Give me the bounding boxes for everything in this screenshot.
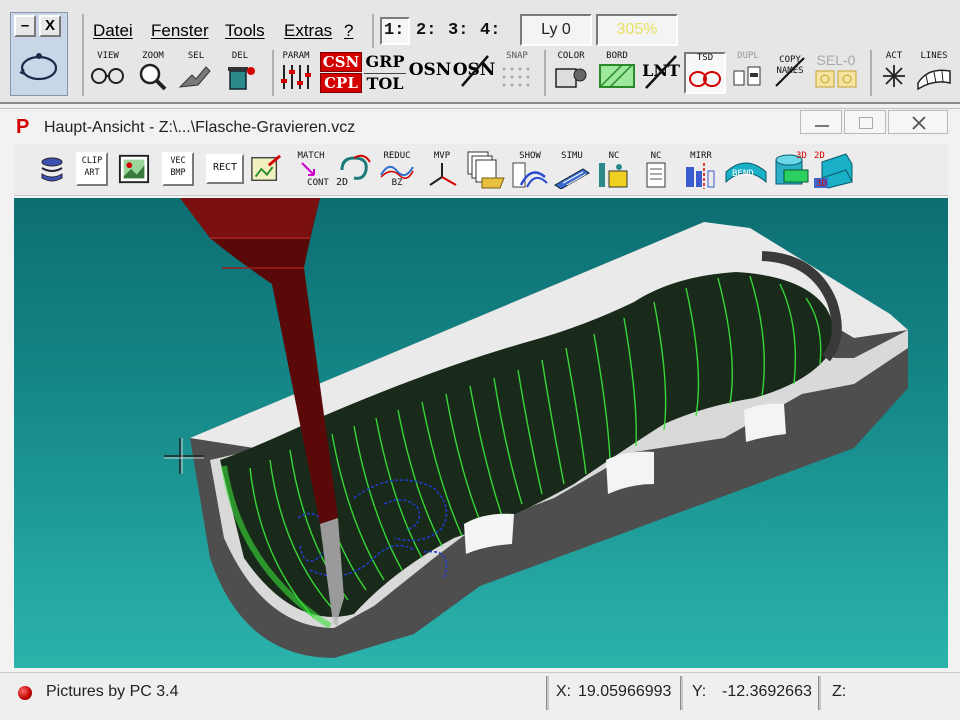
nc-export-button[interactable]: NC	[594, 150, 634, 190]
grp-button[interactable]: GRP	[364, 52, 406, 72]
vector-bitmap-button[interactable]: VEC BMP	[162, 152, 194, 186]
convert-2d-3d-button[interactable]: 2D 3D	[812, 150, 856, 190]
clipart-button[interactable]: CLIP ART	[76, 152, 108, 186]
match-contour-button[interactable]: MATCH CONT	[290, 150, 332, 190]
show-label: SHOW	[519, 150, 541, 161]
rect-label: RECT	[212, 162, 238, 173]
y-coordinate-value: -12.3692663	[722, 683, 812, 700]
bz-label: BZ	[391, 178, 403, 188]
copy-names-button[interactable]: COPY NAMES	[770, 56, 810, 94]
linetype-button[interactable]: LNT	[640, 55, 682, 90]
act-button[interactable]: ACT	[876, 52, 912, 94]
bend-label: BEND	[732, 169, 754, 179]
convert-3d-label: 3D	[816, 179, 827, 189]
bmp-label: BMP	[170, 168, 186, 178]
open-files-button[interactable]	[464, 150, 508, 190]
y-coordinate-label: Y:	[692, 683, 707, 700]
nc-text-label: NC	[650, 150, 662, 161]
layer-field[interactable]: Ly 0	[520, 14, 592, 46]
clipart-label-bottom: ART	[84, 168, 100, 178]
status-separator-2	[680, 676, 683, 710]
select-zero-button[interactable]: SEL-0	[812, 52, 860, 94]
vec-label: VEC	[170, 156, 186, 166]
mirr-label: MIRR	[690, 150, 712, 161]
select-zero-label: SEL-0	[816, 52, 856, 68]
menu-extras[interactable]: Extras	[284, 21, 332, 41]
lines-button[interactable]: LINES	[914, 52, 954, 94]
status-indicator-icon	[18, 686, 32, 700]
status-separator-1	[546, 676, 549, 710]
window-close-button[interactable]	[888, 110, 948, 134]
nc-export-label: NC	[608, 150, 620, 161]
color-button[interactable]: COLOR	[550, 52, 592, 94]
window-app-icon: P	[16, 116, 30, 138]
border-button[interactable]: BORD	[596, 52, 638, 94]
duplicate-button[interactable]: DUPL	[728, 52, 768, 94]
viewport-3d[interactable]	[14, 198, 948, 668]
mirror-button[interactable]: MIRR	[680, 150, 722, 190]
view-button[interactable]: VIEW	[88, 52, 128, 94]
minimize-button[interactable]: –	[14, 15, 36, 37]
match-label: MATCH	[297, 151, 325, 161]
convert-2d-label: 2D	[814, 151, 825, 161]
view-3-button[interactable]: 3:	[448, 21, 468, 40]
menu-fenster[interactable]: Fenster	[151, 21, 209, 41]
app-rotate-icon[interactable]	[16, 44, 62, 90]
mvp-label: MVP	[433, 150, 451, 161]
osn-button[interactable]: OSN	[408, 60, 452, 84]
status-separator-3	[818, 676, 821, 710]
cont-label: CONT	[307, 178, 329, 188]
z-coordinate-label: Z:	[832, 683, 847, 700]
rect-button[interactable]: RECT	[206, 152, 244, 186]
picture-button[interactable]	[118, 152, 150, 186]
cylinder-3d-button[interactable]: 3D	[770, 150, 812, 190]
simu-label: SIMU	[561, 150, 583, 161]
window-maximize-button[interactable]	[844, 110, 886, 134]
view-4-button[interactable]: 4:	[480, 21, 500, 40]
bottle-model-render	[164, 198, 908, 658]
osn-off-button[interactable]: OSN	[452, 55, 496, 87]
clipart-label-top: CLIP	[81, 156, 103, 166]
contour-2d-button[interactable]: 2D	[334, 150, 374, 190]
delete-button[interactable]: DEL	[220, 52, 260, 94]
window-title: Haupt-Ansicht - Z:\...\Flasche-Gravieren…	[44, 119, 356, 136]
bend-button[interactable]: BEND	[724, 152, 768, 188]
reduce-bezier-button[interactable]: REDUC BZ	[376, 150, 418, 190]
param-button[interactable]: PARAM	[276, 52, 316, 94]
layers-icon[interactable]	[36, 152, 68, 186]
contour-2d-label: 2D	[336, 177, 349, 188]
tol-button[interactable]: TOL	[364, 73, 406, 93]
select-button[interactable]: SEL	[176, 52, 216, 94]
csn-button[interactable]: CSN	[320, 52, 362, 72]
window-minimize-button[interactable]	[800, 110, 842, 134]
cpl-button[interactable]: CPL	[320, 73, 362, 93]
snap-button[interactable]: SNAP	[496, 52, 538, 94]
status-label: Pictures by PC 3.4	[46, 683, 179, 700]
zoom-percent-field[interactable]: 305%	[596, 14, 678, 46]
x-coordinate-value: 19.05966993	[578, 683, 672, 700]
menu-datei[interactable]: Datei	[93, 21, 133, 41]
zoom-button[interactable]: ZOOM	[134, 52, 172, 94]
cylinder-3d-label: 3D	[796, 151, 807, 161]
close-button[interactable]: X	[39, 15, 61, 37]
image-edit-button[interactable]	[250, 152, 282, 186]
view-1-label: 1:	[384, 21, 405, 40]
x-coordinate-label: X:	[556, 683, 572, 700]
show-button[interactable]: SHOW	[510, 150, 550, 190]
reduc-label: REDUC	[383, 151, 411, 161]
menu-tools[interactable]: Tools	[225, 21, 265, 41]
nc-text-button[interactable]: NC	[636, 150, 676, 190]
menu-help[interactable]: ?	[344, 21, 353, 41]
simulation-button[interactable]: SIMU	[552, 150, 592, 190]
tsd-button[interactable]: TSD	[684, 52, 726, 94]
mvp-button[interactable]: MVP	[424, 150, 460, 190]
view-2-button[interactable]: 2:	[416, 21, 436, 40]
